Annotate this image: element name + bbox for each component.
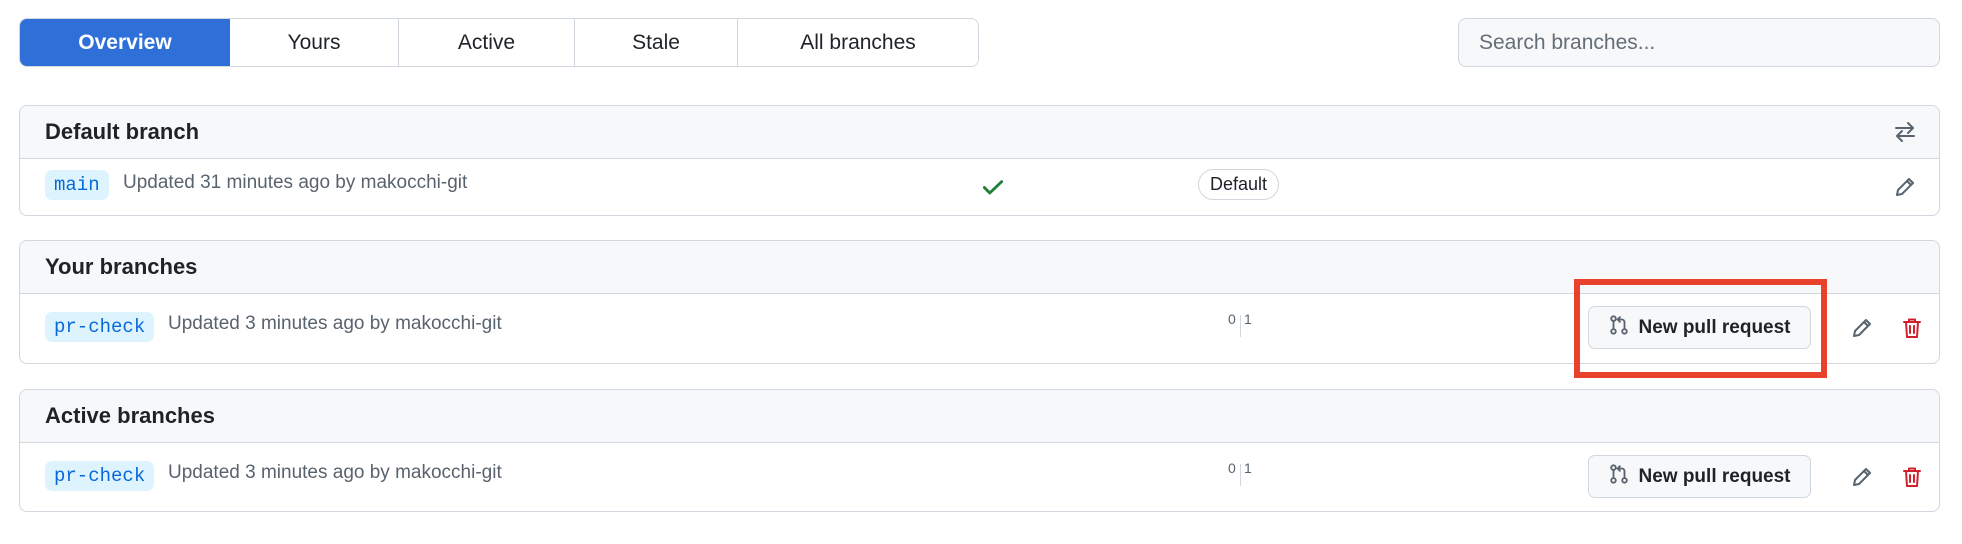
- tab-yours[interactable]: Yours: [230, 19, 399, 66]
- branch-row-pr-check: pr-check Updated 3 minutes ago by makocc…: [20, 294, 1939, 363]
- branch-updated-text: Updated 3 minutes ago by makocchi-git: [168, 462, 502, 483]
- tab-all-branches[interactable]: All branches: [738, 19, 978, 66]
- panel-title: Your branches: [45, 254, 198, 279]
- new-pull-request-label: New pull request: [1638, 316, 1791, 338]
- ahead-behind-indicator: 0 1: [1228, 460, 1268, 494]
- branch-name-link[interactable]: main: [45, 170, 109, 200]
- branch-name-link[interactable]: pr-check: [45, 461, 155, 491]
- check-icon: [980, 174, 1006, 205]
- divergence-divider: [1240, 315, 1241, 337]
- arrows-switch-icon[interactable]: [1887, 114, 1923, 150]
- default-branch-header: Default branch: [20, 106, 1939, 159]
- ahead-count: 1: [1244, 460, 1252, 476]
- active-branches-header: Active branches: [20, 390, 1939, 443]
- branch-row-main: main Updated 31 minutes ago by makocchi-…: [20, 159, 1939, 215]
- git-pull-request-icon: [1608, 314, 1630, 342]
- your-branches-panel: Your branches pr-check Updated 3 minutes…: [19, 240, 1940, 364]
- default-branch-panel: Default branch main Updated 31 minutes a…: [19, 105, 1940, 216]
- search-branches-input[interactable]: [1458, 18, 1940, 67]
- pencil-icon[interactable]: [1844, 310, 1880, 346]
- ahead-behind-indicator: 0 1: [1228, 311, 1268, 345]
- behind-count: 0: [1228, 311, 1236, 327]
- branch-updated-text: Updated 31 minutes ago by makocchi-git: [123, 172, 468, 193]
- active-branches-panel: Active branches pr-check Updated 3 minut…: [19, 389, 1940, 512]
- ahead-count: 1: [1244, 311, 1252, 327]
- git-pull-request-icon: [1608, 463, 1630, 491]
- trash-icon[interactable]: [1894, 310, 1930, 346]
- new-pull-request-button[interactable]: New pull request: [1588, 455, 1811, 498]
- default-badge: Default: [1198, 169, 1280, 200]
- branch-updated-text: Updated 3 minutes ago by makocchi-git: [168, 313, 502, 334]
- tab-overview[interactable]: Overview: [20, 19, 230, 66]
- divergence-divider: [1240, 464, 1241, 486]
- trash-icon[interactable]: [1894, 459, 1930, 495]
- panel-title: Default branch: [45, 119, 200, 144]
- pencil-icon[interactable]: [1844, 459, 1880, 495]
- tab-active[interactable]: Active: [399, 19, 575, 66]
- tab-stale[interactable]: Stale: [575, 19, 738, 66]
- branch-filter-tabs: Overview Yours Active Stale All branches: [19, 18, 979, 67]
- panel-title: Active branches: [45, 403, 215, 428]
- behind-count: 0: [1228, 460, 1236, 476]
- your-branches-header: Your branches: [20, 241, 1939, 294]
- new-pull-request-button[interactable]: New pull request: [1588, 306, 1811, 349]
- pencil-icon[interactable]: [1887, 169, 1923, 205]
- new-pull-request-label: New pull request: [1638, 465, 1791, 487]
- branch-name-link[interactable]: pr-check: [45, 312, 155, 342]
- branch-row-pr-check: pr-check Updated 3 minutes ago by makocc…: [20, 443, 1939, 511]
